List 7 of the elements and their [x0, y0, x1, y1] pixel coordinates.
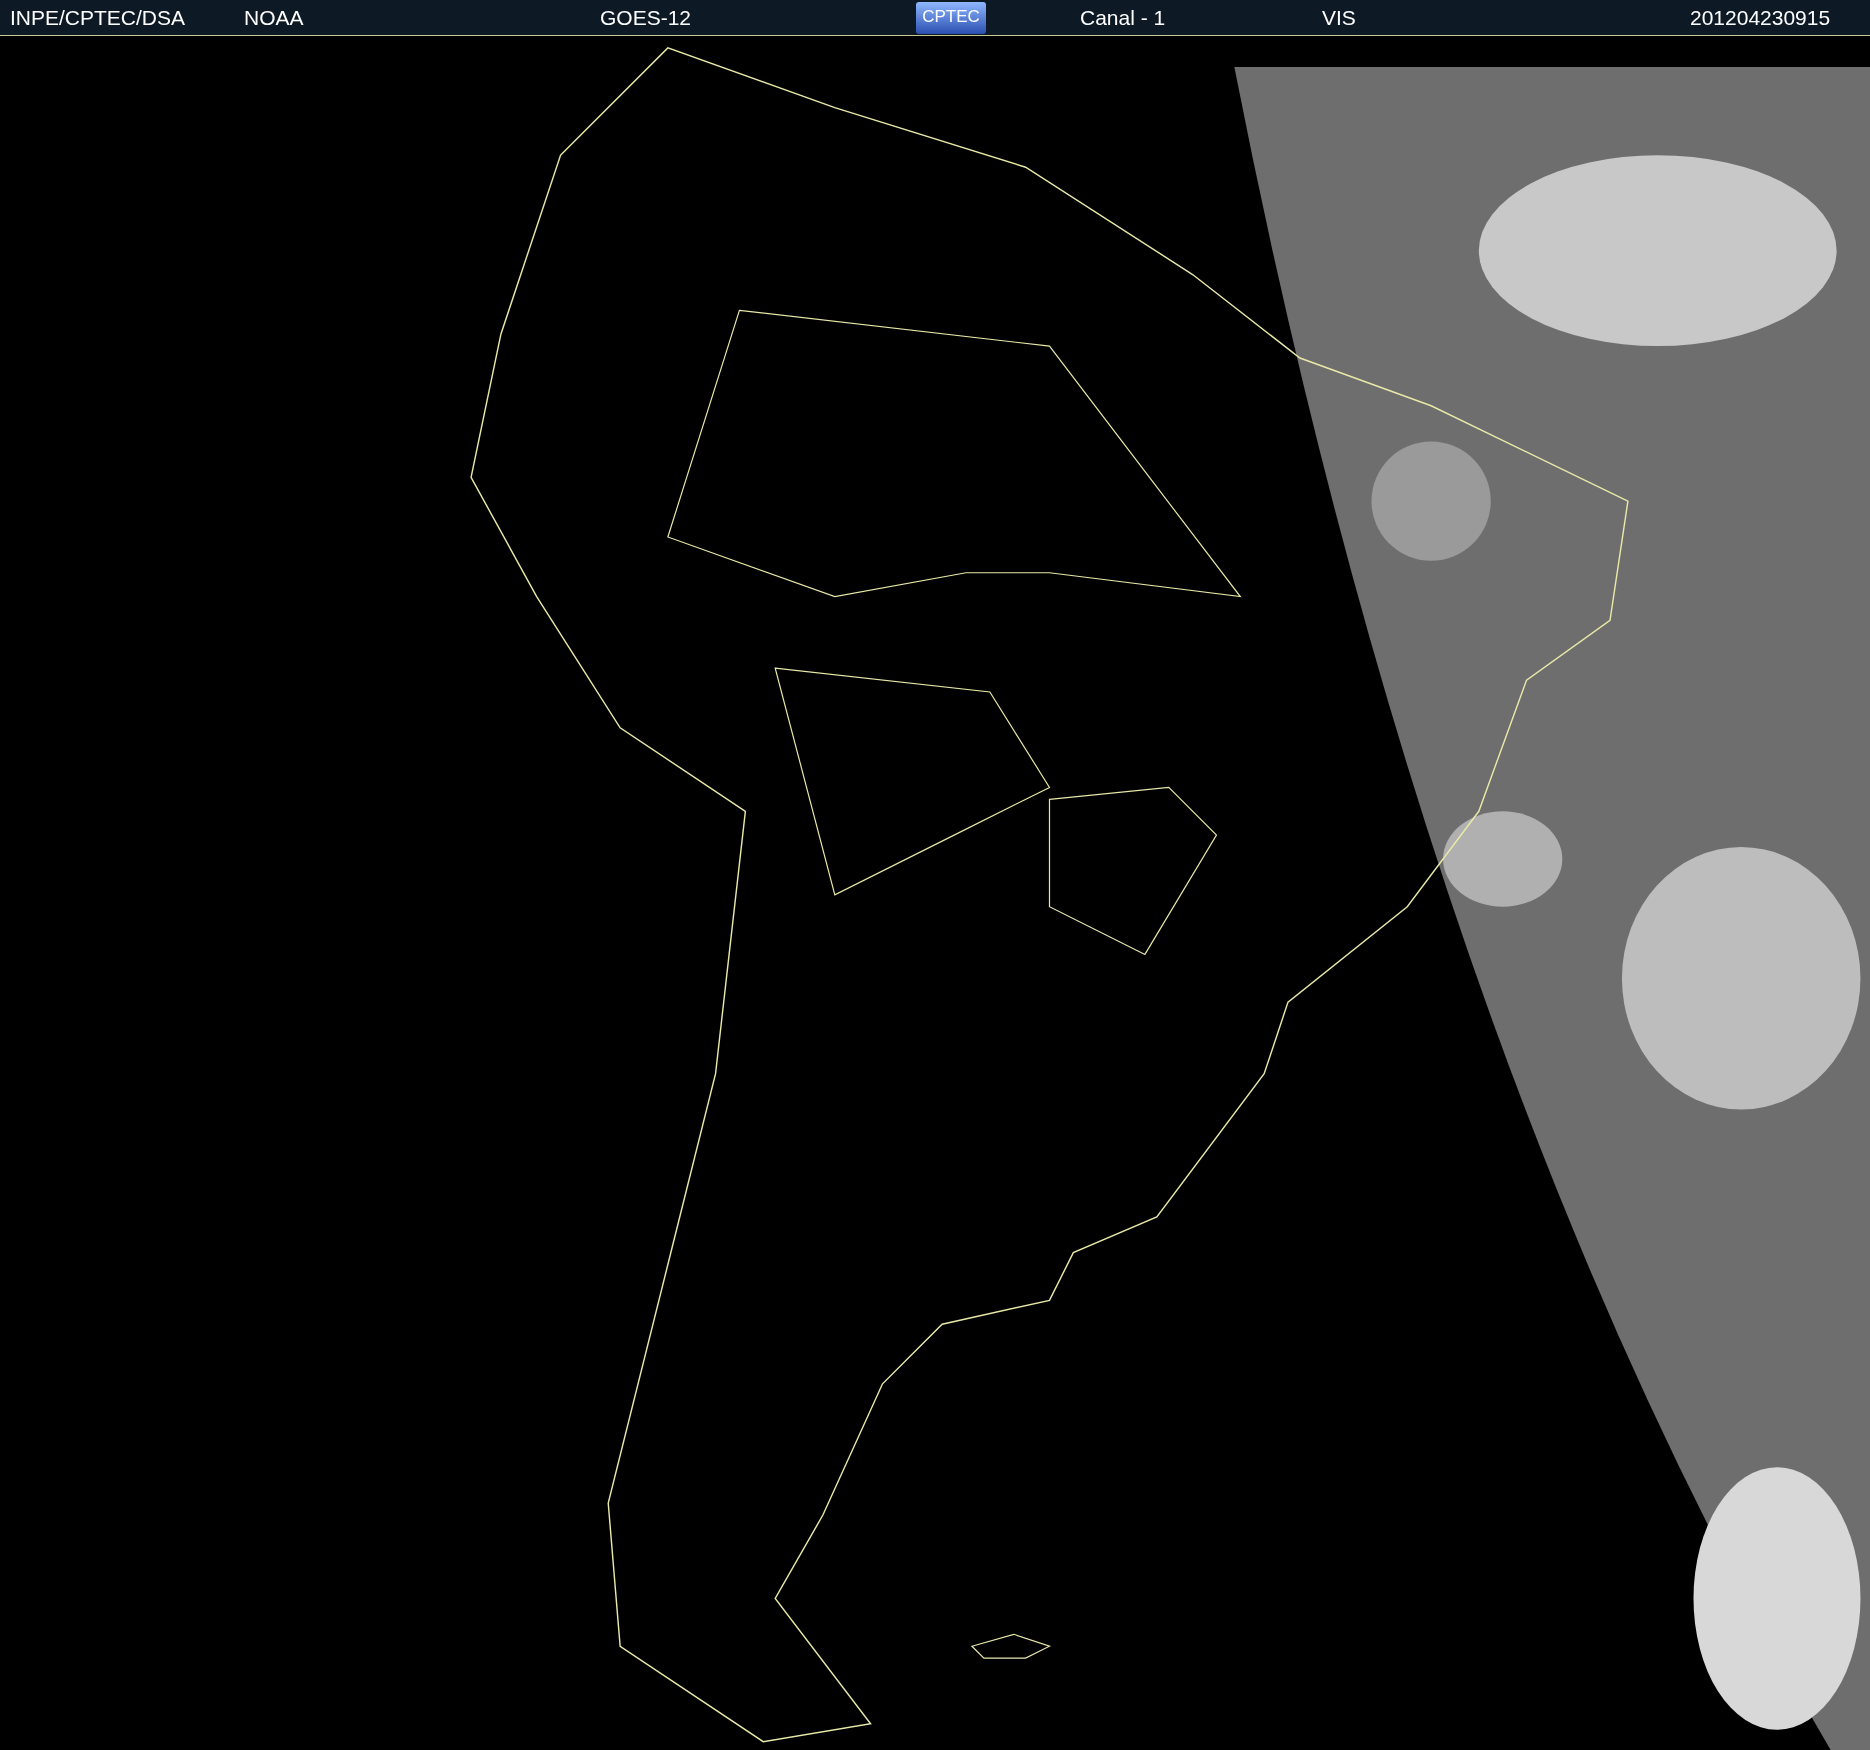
header-label: VIS [1322, 5, 1356, 30]
header-label: INPE/CPTEC/DSA [10, 5, 186, 30]
header-label: 201204230915 [1690, 5, 1831, 30]
header-label: NOAA [244, 5, 304, 30]
logo: CPTEC [916, 1, 986, 34]
header-label: Canal - 1 [1080, 5, 1166, 30]
header-label: GOES-12 [600, 5, 692, 30]
